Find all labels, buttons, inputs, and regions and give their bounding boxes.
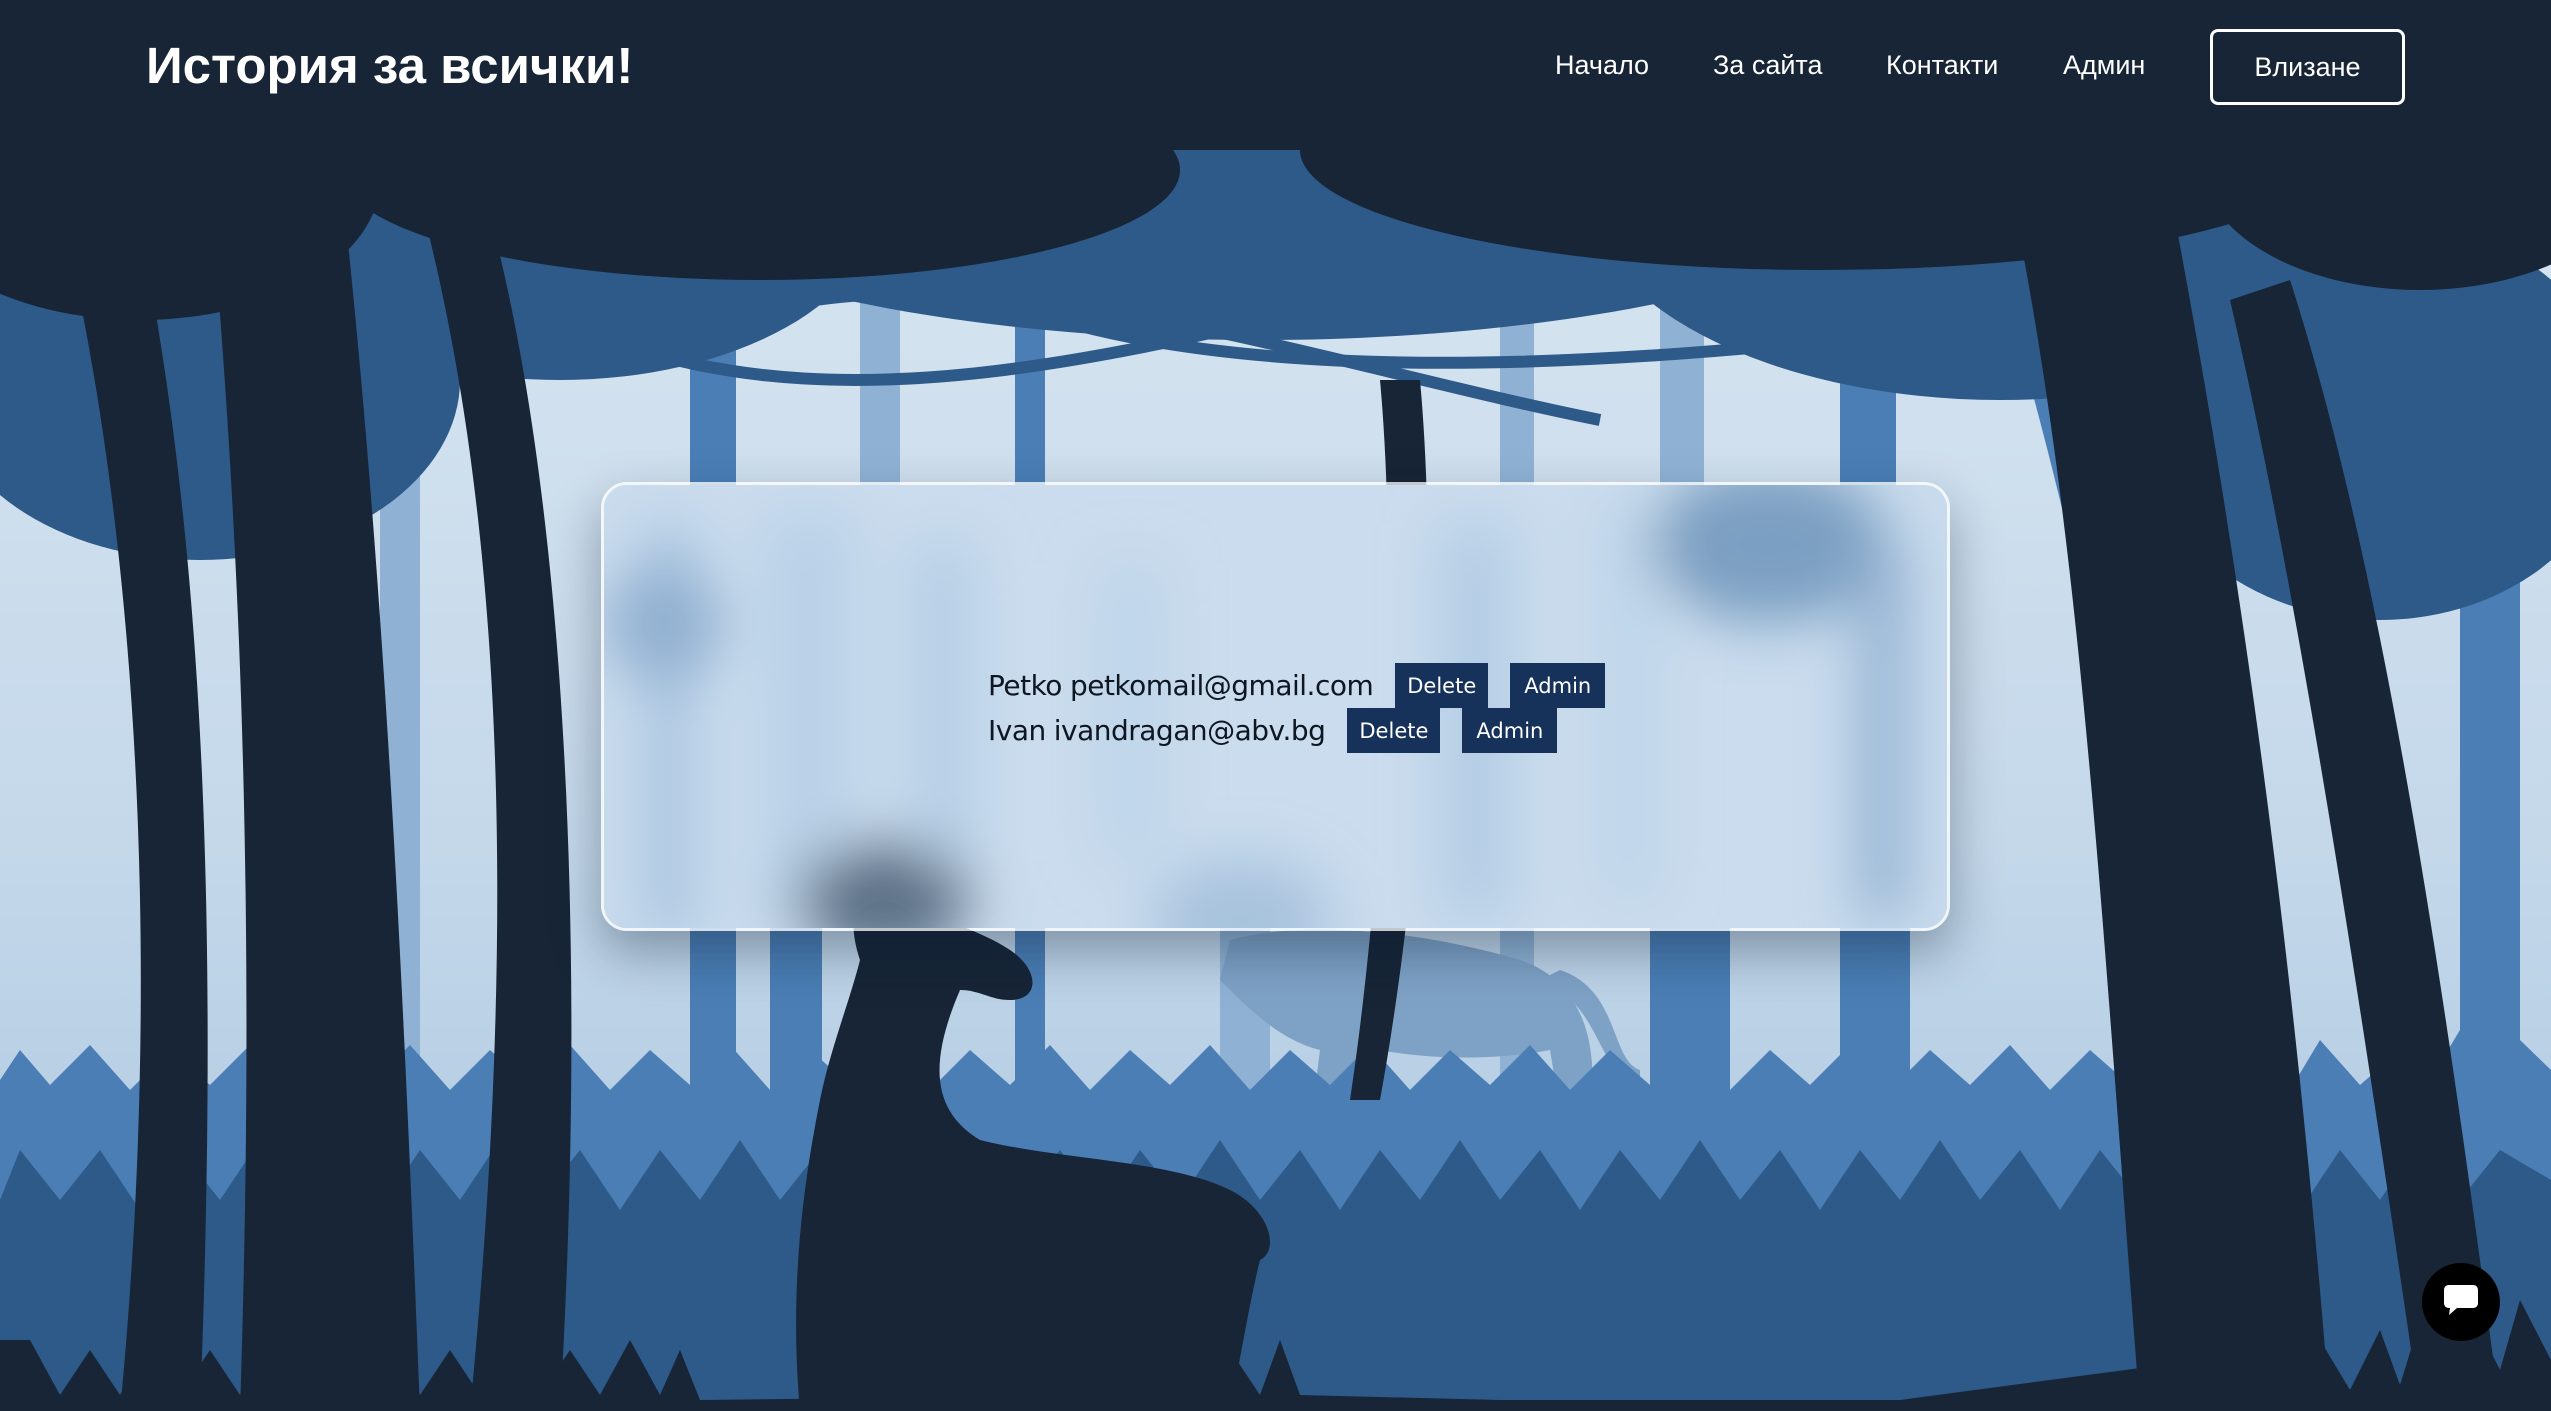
nav-link-home[interactable]: Начало <box>1555 50 1649 81</box>
nav-link-admin[interactable]: Админ <box>2063 50 2145 81</box>
list-item: Petko petkomail@gmail.com Delete Admin <box>988 663 1606 708</box>
user-info: Ivan ivandragan@abv.bg <box>988 714 1326 747</box>
user-email: petkomail@gmail.com <box>1069 669 1374 702</box>
user-info: Petko petkomail@gmail.com <box>988 669 1374 702</box>
chat-bubble-icon <box>2443 1283 2479 1322</box>
site-title[interactable]: История за всички! <box>146 36 633 95</box>
delete-button[interactable]: Delete <box>1347 708 1441 753</box>
make-admin-button[interactable]: Admin <box>1462 708 1558 753</box>
delete-button[interactable]: Delete <box>1395 663 1489 708</box>
users-panel: Petko petkomail@gmail.com Delete Admin Iv… <box>601 482 1950 931</box>
user-name: Petko <box>988 669 1062 702</box>
make-admin-button[interactable]: Admin <box>1510 663 1606 708</box>
nav-link-contacts[interactable]: Контакти <box>1886 50 1998 81</box>
user-email: ivandragan@abv.bg <box>1053 714 1326 747</box>
login-button[interactable]: Влизане <box>2210 29 2405 105</box>
user-name: Ivan <box>988 714 1046 747</box>
nav-link-about[interactable]: За сайта <box>1713 50 1823 81</box>
site-header: История за всички! Начало За сайта Конта… <box>0 0 2551 135</box>
list-item: Ivan ivandragan@abv.bg Delete Admin <box>988 708 1605 753</box>
chat-button[interactable] <box>2422 1263 2500 1341</box>
user-list: Petko petkomail@gmail.com Delete Admin Iv… <box>988 663 1606 753</box>
